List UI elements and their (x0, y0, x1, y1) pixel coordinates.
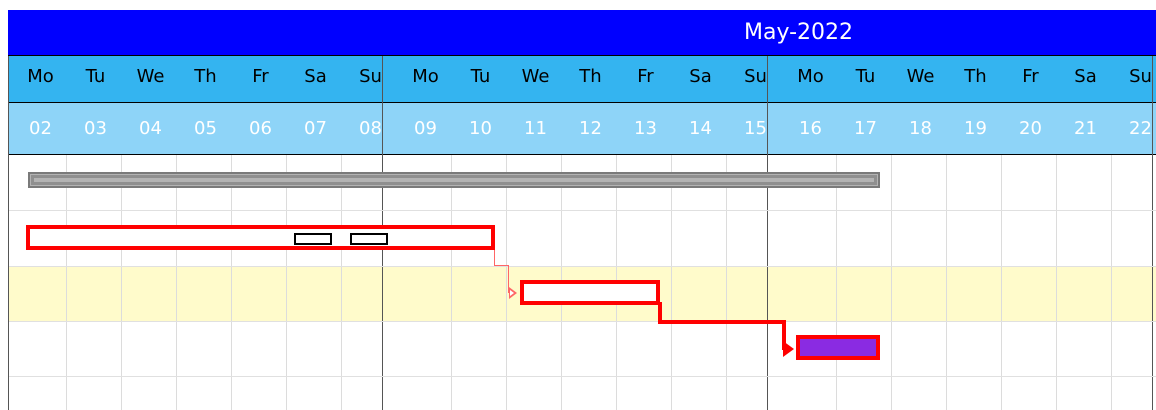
date-label: 09 (414, 118, 437, 139)
day-gridline (66, 155, 67, 410)
day-gridline (1111, 155, 1112, 410)
date-label: 15 (744, 118, 767, 139)
dependency-line-1 (494, 250, 495, 266)
week-divider (767, 56, 768, 410)
row-gridline (8, 210, 1156, 211)
weekday-label: Fr (252, 66, 269, 87)
date-label: 22 (1129, 118, 1152, 139)
weekday-label: Mo (27, 66, 54, 87)
date-label: 10 (469, 118, 492, 139)
date-label: 07 (304, 118, 327, 139)
weekday-label: We (906, 66, 935, 87)
date-label: 18 (909, 118, 932, 139)
date-label: 19 (964, 118, 987, 139)
day-gridline (176, 155, 177, 410)
date-label: 04 (139, 118, 162, 139)
date-label: 14 (689, 118, 712, 139)
weekday-label: Su (744, 66, 767, 87)
day-gridline (286, 155, 287, 410)
weekday-label: Fr (637, 66, 654, 87)
dependency-arrow-2 (783, 341, 794, 357)
dependency-line-2-h (658, 320, 786, 324)
task-split-marker-2 (350, 233, 388, 245)
weekday-label: Mo (412, 66, 439, 87)
weekday-label: Tu (470, 66, 491, 87)
task-bar-1[interactable] (26, 225, 495, 250)
dependency-line-1-h (494, 265, 508, 266)
weekday-label: Tu (855, 66, 876, 87)
weekday-label: Sa (304, 66, 327, 87)
month-header (8, 10, 1156, 56)
date-label: 17 (854, 118, 877, 139)
day-gridline (836, 155, 837, 410)
day-gridline (891, 155, 892, 410)
week-divider (1152, 56, 1153, 410)
task-bar-2[interactable] (520, 280, 660, 305)
weekday-label: Sa (1074, 66, 1097, 87)
chart-left-edge (8, 56, 9, 410)
weekday-label: Mo (797, 66, 824, 87)
task-bar-3[interactable] (796, 335, 880, 360)
date-label: 06 (249, 118, 272, 139)
task-split-marker-1 (294, 233, 332, 245)
weekday-label: Sa (689, 66, 712, 87)
row-gridline (8, 321, 1156, 322)
gantt-chart: May-2022 Mo 02 Tu 03 We 04 Th 05 Fr 06 Sa 07 Su 08 Mo 0… (0, 0, 1156, 410)
weekday-label: We (136, 66, 165, 87)
date-label: 16 (799, 118, 822, 139)
day-gridline (1056, 155, 1057, 410)
date-label: 11 (524, 118, 547, 139)
day-gridline (341, 155, 342, 410)
date-label: 03 (84, 118, 107, 139)
date-label: 13 (634, 118, 657, 139)
day-gridline (946, 155, 947, 410)
row-gridline (8, 266, 1156, 267)
row-gridline (8, 376, 1156, 377)
date-label: 05 (194, 118, 217, 139)
weekday-label: Fr (1022, 66, 1039, 87)
date-label: 21 (1074, 118, 1097, 139)
date-label: 08 (359, 118, 382, 139)
weekday-label: Tu (85, 66, 106, 87)
weekday-label: Th (964, 66, 987, 87)
weekday-label: Su (359, 66, 382, 87)
weekday-label: We (521, 66, 550, 87)
day-gridline (451, 155, 452, 410)
day-gridline (1001, 155, 1002, 410)
weekday-label: Th (579, 66, 602, 87)
day-gridline (671, 155, 672, 410)
summary-task-bar[interactable] (28, 172, 880, 188)
dependency-arrow-1-inner (510, 290, 514, 296)
weekday-label: Su (1129, 66, 1152, 87)
weekday-label: Th (194, 66, 217, 87)
day-gridline (231, 155, 232, 410)
month-label: May-2022 (744, 20, 854, 45)
day-gridline (726, 155, 727, 410)
day-gridline (506, 155, 507, 410)
day-gridline (121, 155, 122, 410)
date-label: 20 (1019, 118, 1042, 139)
date-label: 02 (29, 118, 52, 139)
date-label: 12 (579, 118, 602, 139)
